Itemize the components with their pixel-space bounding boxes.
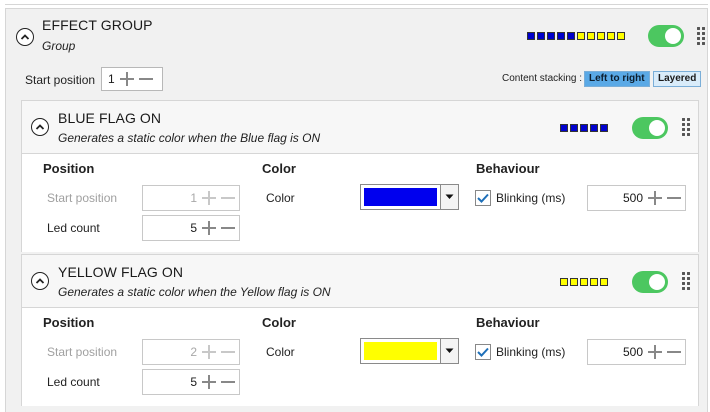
group-start-position-label: Start position xyxy=(25,73,96,87)
group-drag-handle-icon[interactable] xyxy=(697,27,705,45)
blinking-label: Blinking (ms) xyxy=(496,345,566,359)
toggle-knob xyxy=(665,28,681,44)
check-icon xyxy=(477,193,489,203)
led-cell xyxy=(570,124,578,132)
blinking-label: Blinking (ms) xyxy=(496,191,566,205)
stacking-layered-button[interactable]: Layered xyxy=(653,71,702,87)
color-header: Color xyxy=(262,315,296,330)
blinking-value[interactable]: 500 xyxy=(588,191,647,205)
led-cell xyxy=(580,124,588,132)
content-stacking-label: Content stacking : xyxy=(502,73,583,84)
led-count-label: Led count xyxy=(47,375,100,389)
increment-icon[interactable] xyxy=(201,374,217,390)
decrement-icon xyxy=(220,344,236,360)
blinking-checkbox[interactable] xyxy=(475,344,491,360)
toggle-knob xyxy=(649,274,665,290)
led-cell xyxy=(537,32,545,40)
led-cell xyxy=(560,278,568,286)
start-position-stepper: 1 xyxy=(142,185,240,211)
dropdown-arrow-icon[interactable] xyxy=(440,185,458,209)
color-label: Color xyxy=(266,345,295,359)
increment-icon xyxy=(201,190,217,206)
decrement-icon[interactable] xyxy=(138,71,154,87)
decrement-icon[interactable] xyxy=(666,190,682,206)
color-header: Color xyxy=(262,161,296,176)
led-cell xyxy=(600,278,608,286)
blinking-stepper[interactable]: 500 xyxy=(587,339,686,365)
increment-icon[interactable] xyxy=(201,220,217,236)
increment-icon[interactable] xyxy=(647,344,663,360)
led-cell xyxy=(557,32,565,40)
collapse-group-icon[interactable] xyxy=(16,28,34,46)
group-start-position-value[interactable]: 1 xyxy=(102,72,119,86)
behaviour-header: Behaviour xyxy=(476,315,540,330)
effect-led-preview xyxy=(560,124,608,132)
led-cell xyxy=(580,278,588,286)
led-cell xyxy=(597,32,605,40)
stacking-left-to-right-button[interactable]: Left to right xyxy=(584,71,650,87)
led-cell xyxy=(590,278,598,286)
color-picker[interactable] xyxy=(360,338,459,364)
effect-drag-handle-icon[interactable] xyxy=(682,272,690,290)
position-header: Position xyxy=(43,161,95,176)
led-count-stepper[interactable]: 5 xyxy=(142,369,240,395)
decrement-icon[interactable] xyxy=(220,220,236,236)
collapse-effect-icon[interactable] xyxy=(31,118,49,136)
increment-icon xyxy=(201,344,217,360)
start-position-label: Start position xyxy=(47,345,118,359)
decrement-icon xyxy=(220,190,236,206)
start-position-value: 2 xyxy=(190,345,197,359)
color-swatch xyxy=(364,342,437,360)
led-cell xyxy=(577,32,585,40)
effect-subtitle: Generates a static color when the Blue f… xyxy=(58,131,321,145)
dropdown-arrow-icon[interactable] xyxy=(440,339,458,363)
start-position-stepper: 2 xyxy=(142,339,240,365)
effect-subtitle: Generates a static color when the Yellow… xyxy=(58,285,331,299)
check-icon xyxy=(477,347,489,357)
effect-drag-handle-icon[interactable] xyxy=(682,118,690,136)
increment-icon[interactable] xyxy=(647,190,663,206)
led-cell xyxy=(567,32,575,40)
blinking-checkbox[interactable] xyxy=(475,190,491,206)
led-cell xyxy=(607,32,615,40)
collapse-effect-icon[interactable] xyxy=(31,272,49,290)
led-count-label: Led count xyxy=(47,221,100,235)
group-subtitle: Group xyxy=(42,39,76,53)
color-picker[interactable] xyxy=(360,184,459,210)
led-cell xyxy=(600,124,608,132)
increment-icon[interactable] xyxy=(119,71,135,87)
toggle-knob xyxy=(649,120,665,136)
start-position-label: Start position xyxy=(47,191,118,205)
effect-title: BLUE FLAG ON xyxy=(58,110,162,126)
behaviour-header: Behaviour xyxy=(476,161,540,176)
led-cell xyxy=(560,124,568,132)
decrement-icon[interactable] xyxy=(220,374,236,390)
led-count-stepper[interactable]: 5 xyxy=(142,215,240,241)
blinking-stepper[interactable]: 500 xyxy=(587,185,686,211)
led-count-value[interactable]: 5 xyxy=(143,221,201,235)
decrement-icon[interactable] xyxy=(666,344,682,360)
led-cell xyxy=(587,32,595,40)
effect-led-preview xyxy=(560,278,608,286)
led-cell xyxy=(617,32,625,40)
top-divider xyxy=(5,0,708,5)
group-start-position-stepper[interactable]: 1 xyxy=(101,67,163,91)
color-label: Color xyxy=(266,191,295,205)
group-led-preview xyxy=(527,32,625,40)
led-cell xyxy=(547,32,555,40)
led-cell xyxy=(527,32,535,40)
led-count-value[interactable]: 5 xyxy=(143,375,201,389)
effect-title: YELLOW FLAG ON xyxy=(58,264,184,280)
led-cell xyxy=(570,278,578,286)
start-position-value: 1 xyxy=(190,191,197,205)
position-header: Position xyxy=(43,315,95,330)
group-enable-toggle[interactable] xyxy=(648,25,684,47)
effect-enable-toggle[interactable] xyxy=(632,117,668,139)
blinking-value[interactable]: 500 xyxy=(588,345,647,359)
effect-enable-toggle[interactable] xyxy=(632,271,668,293)
color-swatch xyxy=(364,188,437,206)
led-cell xyxy=(590,124,598,132)
group-title: EFFECT GROUP xyxy=(42,17,153,33)
